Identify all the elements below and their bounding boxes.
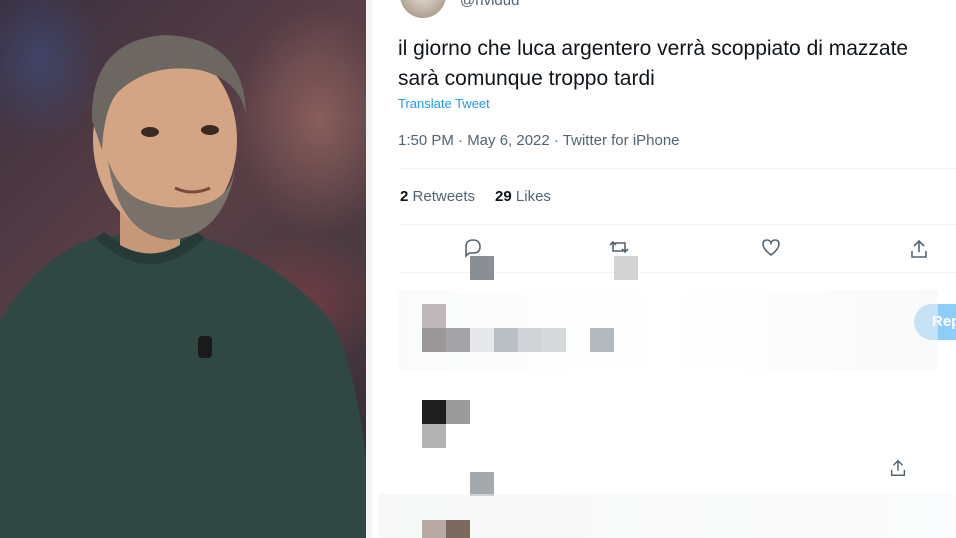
divider xyxy=(398,168,956,169)
share-icon[interactable] xyxy=(908,238,930,265)
translate-tweet-link[interactable]: Translate Tweet xyxy=(398,96,490,111)
tweet-meta: 1:50 PM · May 6, 2022 · Twitter for iPho… xyxy=(398,132,680,149)
engagement-stats: 2 Retweets 29 Likes xyxy=(400,188,551,205)
share-icon[interactable] xyxy=(888,458,908,483)
likes-count: 29 xyxy=(495,188,512,205)
pixelated-block xyxy=(446,520,470,538)
pixelated-block xyxy=(470,472,494,496)
pixelated-block xyxy=(422,400,446,424)
retweets-stat[interactable]: 2 Retweets xyxy=(400,188,475,205)
avatar[interactable] xyxy=(400,0,446,18)
likes-stat[interactable]: 29 Likes xyxy=(495,188,551,205)
action-bar xyxy=(378,232,956,272)
tweet-text-line-1: il giorno che luca argentero verrà scopp… xyxy=(398,37,909,60)
panel-divider xyxy=(366,0,372,538)
blurred-reply-area xyxy=(398,290,938,370)
retweets-count: 2 xyxy=(400,188,409,205)
person-illustration xyxy=(0,35,372,538)
tweet-card: @nvidud il giorno che luca argentero ver… xyxy=(378,0,956,538)
pixelated-block xyxy=(470,256,494,280)
likes-label: Likes xyxy=(515,188,551,205)
divider xyxy=(398,224,956,225)
pixelated-block xyxy=(422,520,446,538)
pixelated-block xyxy=(422,424,446,448)
retweets-label: Retweets xyxy=(412,188,476,205)
like-icon[interactable] xyxy=(760,236,782,263)
pixelated-block xyxy=(614,256,638,280)
pixelated-block xyxy=(446,400,470,424)
user-handle[interactable]: @nvidud xyxy=(460,0,519,9)
tweet-text: il giorno che luca argentero verrà scopp… xyxy=(398,34,956,94)
person-photo xyxy=(0,0,372,538)
tweet-text-line-2: sarà comunque troppo tardi xyxy=(398,67,655,90)
